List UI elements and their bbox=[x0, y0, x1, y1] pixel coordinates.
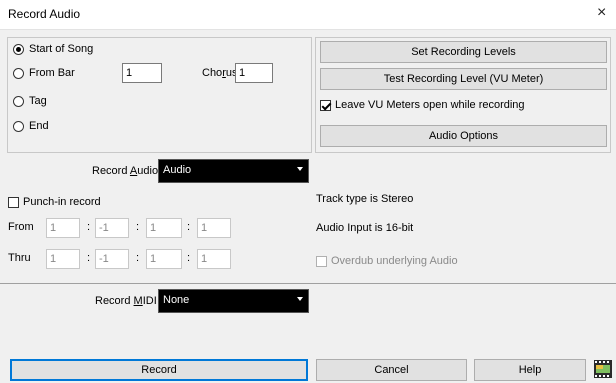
tag-radio[interactable] bbox=[13, 96, 24, 107]
thru-separator: : bbox=[87, 252, 91, 264]
punch-in-checkbox[interactable] bbox=[8, 197, 19, 208]
start-of-song-radio[interactable] bbox=[13, 44, 24, 55]
start-of-song-label: Start of Song bbox=[29, 43, 94, 55]
thru-tick-field[interactable]: 1 bbox=[146, 249, 182, 269]
thru-bar-field[interactable]: 1 bbox=[46, 249, 80, 269]
end-radio[interactable] bbox=[13, 121, 24, 132]
end-label: End bbox=[29, 120, 49, 132]
test-recording-level-button[interactable]: Test Recording Level (VU Meter) bbox=[320, 68, 607, 90]
from-bar-input[interactable]: 1 bbox=[122, 63, 162, 83]
window-title: Record Audio bbox=[8, 7, 81, 21]
overdub-label: Overdub underlying Audio bbox=[331, 255, 458, 267]
record-audio-to-dropdown[interactable]: Audio bbox=[158, 159, 309, 183]
record-midi-to-dropdown[interactable]: None bbox=[158, 289, 309, 313]
audio-options-button[interactable]: Audio Options bbox=[320, 125, 607, 147]
from-separator: : bbox=[187, 221, 191, 233]
record-midi-to-value: None bbox=[163, 294, 190, 306]
from-separator: : bbox=[87, 221, 91, 233]
section-divider bbox=[0, 283, 616, 284]
record-button[interactable]: Record bbox=[10, 359, 308, 381]
leave-vu-meters-label: Leave VU Meters open while recording bbox=[335, 99, 525, 111]
record-audio-to-value: Audio bbox=[163, 164, 192, 176]
film-icon[interactable] bbox=[593, 358, 613, 380]
leave-vu-meters-checkbox[interactable] bbox=[320, 100, 331, 111]
tag-label: Tag bbox=[29, 95, 47, 107]
from-beat-field[interactable]: -1 bbox=[95, 218, 129, 238]
thru-sub-field[interactable]: 1 bbox=[197, 249, 231, 269]
thru-separator: : bbox=[136, 252, 140, 264]
track-type-text: Track type is Stereo bbox=[316, 193, 414, 205]
from-sub-field[interactable]: 1 bbox=[197, 218, 231, 238]
from-separator: : bbox=[136, 221, 140, 233]
thru-label: Thru bbox=[8, 252, 31, 264]
from-bar-radio[interactable] bbox=[13, 68, 24, 79]
thru-beat-field[interactable]: -1 bbox=[95, 249, 129, 269]
cancel-button[interactable]: Cancel bbox=[316, 359, 467, 381]
chorus-input[interactable]: 1 bbox=[235, 63, 273, 83]
audio-input-text: Audio Input is 16-bit bbox=[316, 222, 414, 234]
set-recording-levels-button[interactable]: Set Recording Levels bbox=[320, 41, 607, 63]
from-label: From bbox=[8, 221, 34, 233]
chorus-label: Chorus bbox=[202, 67, 238, 79]
from-tick-field[interactable]: 1 bbox=[146, 218, 182, 238]
help-button[interactable]: Help bbox=[474, 359, 586, 381]
from-bar-label: From Bar bbox=[29, 67, 75, 79]
punch-in-label: Punch-in record bbox=[23, 196, 101, 208]
title-bar bbox=[0, 0, 616, 30]
chevron-down-icon bbox=[297, 297, 303, 301]
chevron-down-icon bbox=[297, 167, 303, 171]
close-icon[interactable]: × bbox=[597, 5, 606, 21]
overdub-checkbox[interactable] bbox=[316, 256, 327, 267]
thru-separator: : bbox=[187, 252, 191, 264]
from-bar-field[interactable]: 1 bbox=[46, 218, 80, 238]
